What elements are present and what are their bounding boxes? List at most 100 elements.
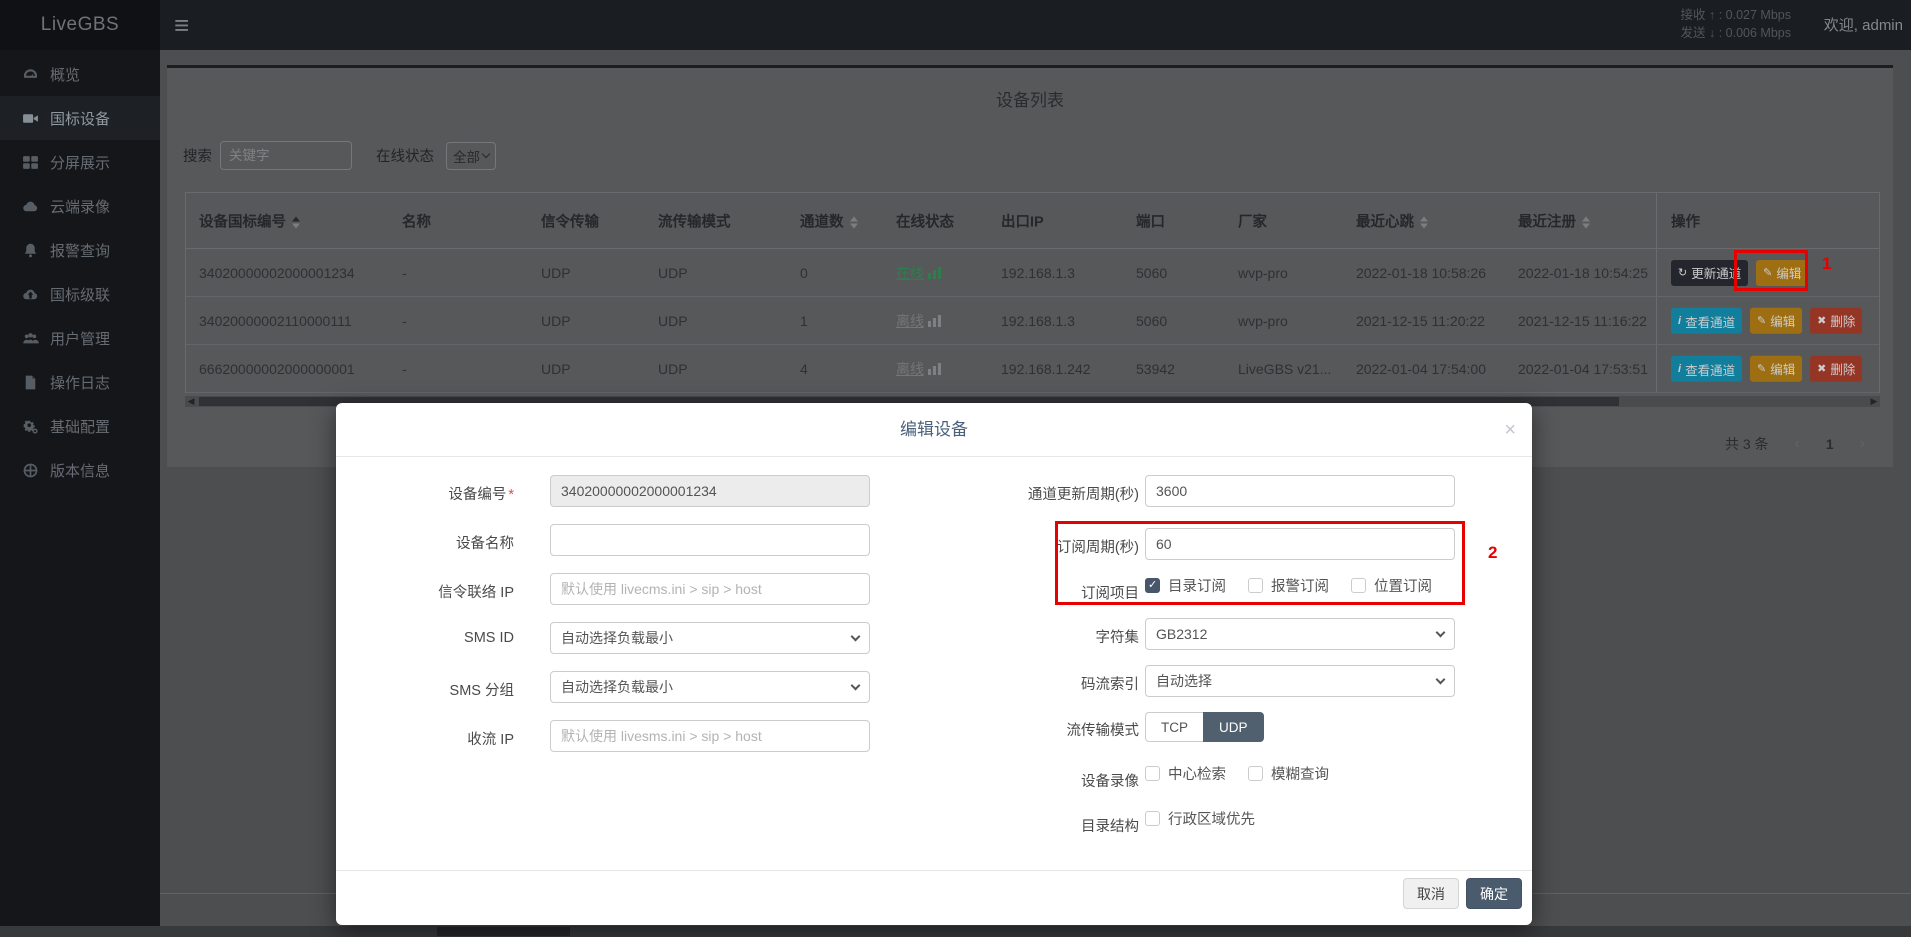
grid-icon [22,154,39,171]
scrollbar-thumb[interactable] [437,927,570,936]
modal-footer: 取消 确定 [336,870,1532,925]
cloud-upload-icon [22,286,39,303]
cell-ip: 192.168.1.3 [1001,313,1075,329]
fuzzy-query-checkbox[interactable] [1248,766,1263,781]
welcome-user[interactable]: 欢迎, admin [1824,14,1903,35]
recv-ip-label: 收流 IP [342,728,514,749]
col-signal: 信令传输 [541,210,599,231]
tcp-option[interactable]: TCP [1145,712,1203,742]
sidebar: LiveGBS 概览 国标设备 分屏展示 云端录像 报警查询 [0,0,160,937]
sidebar-item-cloud-record[interactable]: 云端录像 [0,184,160,228]
chart-bars-icon [928,267,941,279]
center-search-checkbox[interactable] [1145,766,1160,781]
view-channels-button[interactable]: i查看通道 [1671,308,1742,334]
stream-mode-dropdown[interactable]: UDP [658,265,701,281]
sms-group-select[interactable]: 自动选择负载最小 [550,671,870,703]
down-arrow-icon: ↓ [1709,26,1715,40]
sms-group-label: SMS 分组 [342,679,514,700]
online-status-select[interactable]: 全部 [446,142,496,170]
col-channels[interactable]: 通道数 [800,210,858,231]
cell-device-id: 34020000002000001234 [199,265,355,281]
gauge-icon [22,66,39,83]
center-search-label: 中心检索 [1168,763,1226,784]
sms-id-select[interactable]: 自动选择负载最小 [550,622,870,654]
table-header-row: 设备国标编号 名称 信令传输 流传输模式 通道数 在线状态 出口IP 端口 厂家… [186,193,1879,249]
col-heartbeat[interactable]: 最近心跳 [1356,210,1428,231]
hamburger-menu-icon[interactable]: ≡ [174,6,189,44]
stream-mode-toggle: TCP UDP [1145,712,1264,742]
col-operations: 操作 [1671,210,1700,231]
view-channels-button[interactable]: i查看通道 [1671,356,1742,382]
sidebar-item-label: 国标级联 [50,284,110,305]
chevron-down-icon [695,365,703,373]
col-registered[interactable]: 最近注册 [1518,210,1590,231]
charset-label: 字符集 [967,626,1139,647]
recv-ip-input[interactable] [550,720,870,752]
search-input[interactable] [220,141,352,170]
table-row: 34020000002110000111 - UDP UDP 1 离线 192.… [186,297,1879,345]
cell-registered: 2021-12-15 11:16:22 [1518,313,1647,329]
cell-channels: 0 [800,265,808,281]
sidebar-item-overview[interactable]: 概览 [0,52,160,96]
sidebar-item-split-screen[interactable]: 分屏展示 [0,140,160,184]
cell-channels: 4 [800,361,808,377]
sidebar-item-version-info[interactable]: 版本信息 [0,448,160,492]
col-stream-mode: 流传输模式 [658,210,731,231]
chevron-down-icon [695,317,703,325]
globe-icon [22,462,39,479]
sidebar-item-gb-cascade[interactable]: 国标级联 [0,272,160,316]
next-page-button[interactable]: › [1860,435,1865,453]
sidebar-item-basic-config[interactable]: 基础配置 [0,404,160,448]
cell-vendor: wvp-pro [1238,265,1288,281]
send-stat: 发送 ↓ : 0.006 Mbps [1681,24,1792,42]
sidebar-item-label: 用户管理 [50,328,110,349]
sidebar-item-alarm-query[interactable]: 报警查询 [0,228,160,272]
page-horizontal-scrollbar[interactable] [0,926,1911,937]
cell-port: 5060 [1136,313,1167,329]
info-icon: i [1678,363,1681,375]
online-status-link[interactable]: 在线 [896,263,941,283]
cell-ip: 192.168.1.3 [1001,265,1075,281]
channel-refresh-input[interactable] [1145,475,1455,507]
cell-signal: UDP [541,265,571,281]
cell-port: 5060 [1136,265,1167,281]
delete-button[interactable]: ✖删除 [1810,307,1862,333]
edit-button[interactable]: ✎编辑 [1750,355,1802,381]
cancel-button[interactable]: 取消 [1403,878,1459,909]
udp-option[interactable]: UDP [1203,712,1264,742]
annotation-box-2 [1055,521,1465,605]
page-number[interactable]: 1 [1826,436,1834,452]
sidebar-item-operation-log[interactable]: 操作日志 [0,360,160,404]
cell-heartbeat: 2022-01-04 17:54:00 [1356,361,1486,377]
col-online-status: 在线状态 [896,210,954,231]
chevron-down-icon [851,681,861,691]
pencil-icon: ✎ [1757,362,1766,375]
device-name-input[interactable] [550,524,870,556]
annotation-box-1 [1734,250,1808,291]
prev-page-button[interactable]: ‹ [1795,435,1800,453]
charset-select[interactable]: GB2312 [1145,618,1455,650]
annotation-label-1: 1 [1822,254,1831,274]
col-device-id[interactable]: 设备国标编号 [199,210,300,231]
ok-button[interactable]: 确定 [1466,878,1522,909]
scroll-left-arrow[interactable]: ◀ [185,396,197,407]
sidebar-item-user-management[interactable]: 用户管理 [0,316,160,360]
delete-button[interactable]: ✖删除 [1810,355,1862,381]
x-icon: ✖ [1817,314,1826,327]
edit-button[interactable]: ✎编辑 [1750,307,1802,333]
scroll-right-arrow[interactable]: ▶ [1868,396,1880,407]
stream-mode-dropdown[interactable]: UDP [658,361,701,377]
stream-mode-dropdown[interactable]: UDP [658,313,701,329]
recv-stat: 接收 ↑ : 0.027 Mbps [1681,6,1792,24]
sidebar-item-gb-devices[interactable]: 国标设备 [0,96,160,140]
admin-region-first-checkbox[interactable] [1145,811,1160,826]
cell-port: 53942 [1136,361,1175,377]
device-id-input[interactable] [550,475,870,507]
device-name-label: 设备名称 [342,532,514,553]
sip-ip-input[interactable] [550,573,870,605]
online-status-link[interactable]: 离线 [896,359,941,379]
pagination: 共 3 条 ‹ 1 › [1725,434,1865,454]
close-icon[interactable]: × [1504,403,1516,457]
online-status-link[interactable]: 离线 [896,311,941,331]
stream-index-select[interactable]: 自动选择 [1145,665,1455,697]
